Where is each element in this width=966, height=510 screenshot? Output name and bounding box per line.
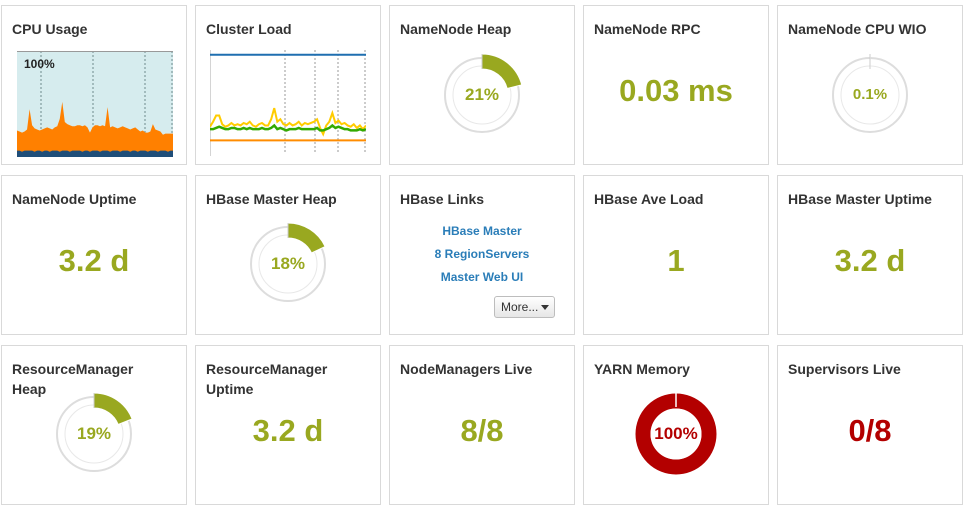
widget-resourcemanager-uptime[interactable]: ResourceManager Uptime 3.2 d bbox=[195, 345, 381, 505]
widget-title: HBase Ave Load bbox=[594, 191, 704, 207]
widget-namenode-uptime[interactable]: NameNode Uptime 3.2 d bbox=[1, 175, 187, 335]
widget-title: ResourceManager Uptime bbox=[206, 359, 372, 399]
widget-title: NameNode Heap bbox=[400, 21, 512, 37]
widget-title: CPU Usage bbox=[12, 21, 88, 37]
widget-yarn-memory[interactable]: YARN Memory 100% bbox=[583, 345, 769, 505]
widget-title: Cluster Load bbox=[206, 21, 292, 37]
hbase-master-heap-donut: 18% bbox=[243, 219, 333, 309]
cpu-max-label: 100% bbox=[24, 57, 55, 71]
donut-value: 100% bbox=[654, 424, 698, 443]
link-regionservers[interactable]: 8 RegionServers bbox=[390, 247, 574, 261]
donut-value: 0.1% bbox=[852, 86, 888, 103]
namenode-uptime-value: 3.2 d bbox=[58, 243, 130, 278]
namenode-heap-donut: 21% bbox=[437, 50, 527, 140]
widget-cpu-usage[interactable]: CPU Usage 100% bbox=[1, 5, 187, 165]
widget-resourcemanager-heap[interactable]: ResourceManager Heap 19% bbox=[1, 345, 187, 505]
widget-title: Supervisors Live bbox=[788, 361, 901, 377]
nodemanagers-live-value: 8/8 bbox=[460, 413, 504, 448]
load-series-line bbox=[210, 123, 367, 132]
widget-title: NameNode Uptime bbox=[12, 191, 137, 207]
hbase-master-uptime-value: 3.2 d bbox=[834, 243, 906, 278]
widget-cluster-load[interactable]: Cluster Load bbox=[195, 5, 381, 165]
link-hbase-master[interactable]: HBase Master bbox=[390, 224, 574, 238]
more-button-label: More... bbox=[501, 300, 539, 314]
widget-hbase-master-heap[interactable]: HBase Master Heap 18% bbox=[195, 175, 381, 335]
namenode-cpu-wio-donut: 0.1% bbox=[825, 50, 915, 140]
cluster-load-svg bbox=[209, 50, 367, 156]
widget-title: NameNode RPC bbox=[594, 21, 701, 37]
widget-hbase-ave-load[interactable]: HBase Ave Load 1 bbox=[583, 175, 769, 335]
widget-namenode-cpu-wio[interactable]: NameNode CPU WIO 0.1% bbox=[777, 5, 963, 165]
widget-hbase-master-uptime[interactable]: HBase Master Uptime 3.2 d bbox=[777, 175, 963, 335]
link-master-web-ui[interactable]: Master Web UI bbox=[390, 270, 574, 284]
donut-value: 21% bbox=[464, 85, 500, 104]
namenode-rpc-value: 0.03 ms bbox=[619, 73, 733, 108]
donut-value: 18% bbox=[270, 254, 306, 273]
widget-namenode-heap[interactable]: NameNode Heap 21% bbox=[389, 5, 575, 165]
hbase-ave-load-value: 1 bbox=[667, 243, 685, 278]
widget-title: NodeManagers Live bbox=[400, 361, 533, 377]
donut-value: 19% bbox=[76, 424, 112, 443]
yarn-memory-donut: 100% bbox=[631, 389, 721, 479]
cpu-usage-chart[interactable]: 100% bbox=[17, 51, 173, 162]
widget-supervisors-live[interactable]: Supervisors Live 0/8 bbox=[777, 345, 963, 505]
widget-title: YARN Memory bbox=[594, 361, 690, 377]
widget-nodemanagers-live[interactable]: NodeManagers Live 8/8 bbox=[389, 345, 575, 505]
caret-down-icon bbox=[541, 305, 549, 310]
cluster-load-chart[interactable] bbox=[209, 50, 367, 163]
cpu-base-series bbox=[17, 150, 173, 157]
widget-namenode-rpc[interactable]: NameNode RPC 0.03 ms bbox=[583, 5, 769, 165]
widget-title: HBase Master Uptime bbox=[788, 191, 932, 207]
more-button[interactable]: More... bbox=[494, 296, 555, 318]
title-line: ResourceManager bbox=[12, 361, 134, 377]
title-line: ResourceManager bbox=[206, 361, 328, 377]
widget-hbase-links[interactable]: HBase Links HBase Master 8 RegionServers… bbox=[389, 175, 575, 335]
widget-title: HBase Master Heap bbox=[206, 191, 337, 207]
supervisors-live-value: 0/8 bbox=[848, 413, 892, 448]
widget-title: NameNode CPU WIO bbox=[788, 21, 927, 37]
resourcemanager-heap-donut: 19% bbox=[49, 389, 139, 479]
title-line: Uptime bbox=[206, 381, 254, 397]
resourcemanager-uptime-value: 3.2 d bbox=[252, 413, 324, 448]
widget-title: HBase Links bbox=[400, 191, 485, 207]
